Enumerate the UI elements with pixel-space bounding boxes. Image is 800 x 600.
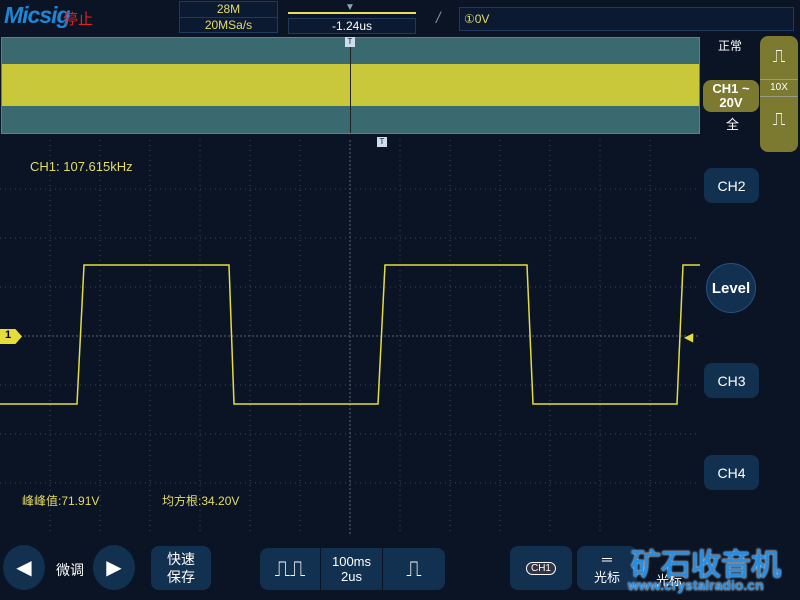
trigger-edge-icon[interactable]: / (436, 10, 440, 28)
trigger-level-marker-icon[interactable]: ◀ (684, 330, 693, 344)
vpp-readout: 峰峰值:71.91V (22, 494, 100, 508)
bandwidth-limit[interactable]: 全 (726, 114, 739, 133)
channel-select-button[interactable]: CH1 (510, 546, 572, 590)
ac-coupling-icon: ~ (742, 81, 750, 96)
timebase-decrease-button[interactable]: ⎍⎍ (260, 548, 320, 590)
run-stop-status[interactable]: 停止 (63, 8, 93, 29)
vrms-readout: 均方根:34.20V (162, 494, 240, 508)
pulse-small-icon[interactable]: ⎍ (760, 109, 798, 130)
trigger-offset[interactable]: -1.24us (288, 18, 416, 34)
micsig-logo: Micsig (4, 2, 71, 28)
single-pulse-icon: ⎍ (406, 556, 422, 581)
timebase-increase-button[interactable]: ⎍ (383, 548, 445, 590)
main-timebase: 2us (341, 569, 362, 584)
waveform-overview[interactable] (1, 37, 700, 134)
fine-left-button[interactable]: ◀ (3, 545, 45, 590)
fine-right-button[interactable]: ▶ (93, 545, 135, 590)
ch1-scale: 20V (719, 95, 743, 110)
left-arrow-icon: ◀ (16, 557, 32, 579)
sample-rate: 20MSa/s (204, 18, 253, 32)
quick-save-label-1: 快速 (167, 551, 195, 567)
level-knob[interactable]: Level (706, 263, 756, 313)
waveform-grid[interactable] (0, 140, 700, 535)
ch1-label: CH1 (712, 81, 739, 96)
cursor-lines-icon: ═ (602, 550, 612, 567)
trigger-level[interactable]: ①0V (459, 7, 794, 31)
ch2-button[interactable]: CH2 (704, 168, 759, 203)
multi-pulse-icon: ⎍⎍ (274, 556, 306, 581)
watermark-url: www.crystalradio.cn (628, 577, 764, 593)
memory-depth: 28M (180, 2, 277, 18)
pulse-large-icon[interactable]: ⎍ (760, 46, 798, 67)
ch1-stack-icon: CH1 (525, 561, 556, 575)
quick-save-button[interactable]: 快速 保存 (151, 546, 211, 590)
trigger-marker-icon: T (345, 37, 355, 47)
ch3-button[interactable]: CH3 (704, 363, 759, 398)
timebase-display[interactable]: 100ms 2us (321, 548, 382, 590)
overview-center-line (350, 38, 351, 133)
probe-ratio[interactable]: 10X (760, 79, 798, 97)
fine-tune-label: 微调 (56, 562, 84, 578)
probe-panel[interactable]: ⎍ 10X ⎍ (760, 36, 798, 152)
trigger-mode[interactable]: 正常 (718, 37, 742, 54)
right-arrow-icon: ▶ (106, 557, 122, 579)
acquisition-info[interactable]: 28M 20MSa/s (179, 1, 278, 33)
zoom-timebase: 100ms (331, 554, 372, 569)
frequency-readout: CH1: 107.615kHz (30, 159, 133, 174)
quick-save-label-2: 保存 (167, 569, 195, 585)
cursor-label: 光标 (593, 569, 620, 585)
trigger-position-icon: ▼ (345, 2, 355, 13)
ch4-button[interactable]: CH4 (704, 455, 759, 490)
ch1-settings-button[interactable]: CH1 ~20V (703, 80, 759, 112)
